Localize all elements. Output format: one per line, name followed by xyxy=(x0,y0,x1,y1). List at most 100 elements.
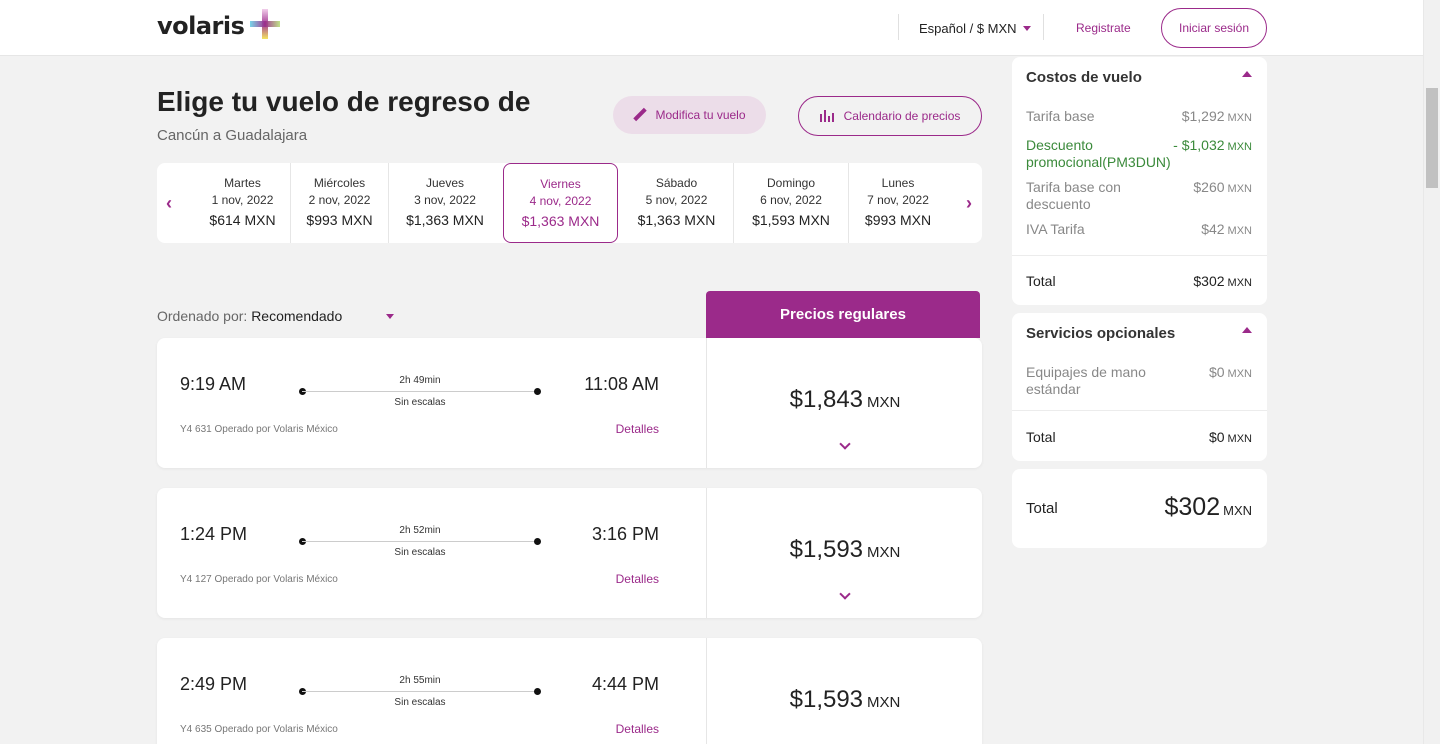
date-option[interactable]: Sábado 5 nov, 2022 $1,363 MXN xyxy=(620,163,734,243)
date-option[interactable]: Martes 1 nov, 2022 $614 MXN xyxy=(195,163,291,243)
fare-currency: MXN xyxy=(867,394,901,411)
date-option-selected[interactable]: Viernes 4 nov, 2022 $1,363 MXN xyxy=(503,163,618,243)
total-label: Total xyxy=(1026,429,1056,445)
cost-currency: MXN xyxy=(1227,112,1252,124)
service-label: Equipajes de mano estándar xyxy=(1026,364,1146,397)
price-calendar-label: Calendario de precios xyxy=(843,109,961,123)
sort-label: Ordenado por: xyxy=(157,308,248,324)
destination-dot xyxy=(534,688,541,695)
date-day: Domingo xyxy=(766,176,816,190)
date-option[interactable]: Jueves 3 nov, 2022 $1,363 MXN xyxy=(389,163,501,243)
fare-amount: $1,843 xyxy=(789,386,864,413)
cost-value: $1,292 MXN xyxy=(1182,108,1252,124)
grand-total-amount: $302 xyxy=(1164,493,1221,521)
date-selector: ‹ Martes 1 nov, 2022 $614 MXN Miércoles … xyxy=(157,163,982,243)
date-price: $1,363 MXN xyxy=(637,212,716,228)
total-amount: $0 xyxy=(1208,429,1225,445)
date-date: 3 nov, 2022 xyxy=(414,193,476,207)
destination-dot xyxy=(534,538,541,545)
chevron-up-icon[interactable] xyxy=(1242,327,1252,333)
date-price: $993 MXN xyxy=(306,212,373,228)
date-option[interactable]: Domingo 6 nov, 2022 $1,593 MXN xyxy=(734,163,849,243)
fare-price-cell[interactable]: $1,593 MXN xyxy=(706,488,982,618)
departure-time: 1:24 PM xyxy=(180,524,248,544)
arrival-time: 3:16 PM xyxy=(591,524,659,544)
service-value: $0 MXN xyxy=(1209,364,1252,380)
cost-amount: $1,292 xyxy=(1181,108,1225,124)
language-currency-selector[interactable]: Español / $ MXN xyxy=(919,21,1031,36)
date-day: Miércoles xyxy=(313,176,366,190)
optional-total-row: Total $0 MXN xyxy=(1026,429,1252,445)
fare-currency: MXN xyxy=(867,694,901,711)
flight-stops: Sin escalas xyxy=(394,697,446,708)
fare-price: $1,593 MXN xyxy=(707,536,983,564)
route-line xyxy=(302,391,538,392)
login-button[interactable]: Iniciar sesión xyxy=(1161,8,1267,48)
date-price: $1,363 MXN xyxy=(521,213,600,229)
total-value: $302 MXN xyxy=(1193,273,1252,289)
total-currency: MXN xyxy=(1227,277,1252,289)
top-header: volaris Español / $ MXN Registrate Inici… xyxy=(0,0,1423,56)
chevron-down-icon[interactable] xyxy=(839,588,851,600)
flight-costs-header[interactable]: Costos de vuelo xyxy=(1012,57,1267,101)
volaris-logo[interactable]: volaris xyxy=(157,9,281,40)
date-date: 1 nov, 2022 xyxy=(211,193,274,207)
fare-price-cell[interactable]: $1,843 MXN xyxy=(706,338,982,468)
date-option[interactable]: Lunes 7 nov, 2022 $993 MXN xyxy=(849,163,947,243)
optional-services-title: Servicios opcionales xyxy=(1026,325,1176,342)
cost-label: IVA Tarifa xyxy=(1026,221,1085,237)
fare-amount: $1,593 xyxy=(789,536,864,563)
service-currency: MXN xyxy=(1227,368,1252,380)
service-amount: $0 xyxy=(1208,364,1225,380)
page-scrollbar[interactable] xyxy=(1423,0,1440,744)
chevron-up-icon[interactable] xyxy=(1242,71,1252,77)
chevron-down-icon[interactable] xyxy=(386,314,394,319)
flight-card: 2:49 PM 2h 55min Sin escalas 4:44 PM Y4 … xyxy=(157,638,982,744)
date-price: $993 MXN xyxy=(864,212,932,228)
cost-amount: $260 xyxy=(1193,179,1225,195)
costs-total-row: Total $302 MXN xyxy=(1026,273,1252,289)
departure-time: 2:49 PM xyxy=(180,674,248,694)
date-day: Martes xyxy=(224,176,261,190)
departure-time: 9:19 AM xyxy=(180,374,247,394)
regular-prices-tab[interactable]: Precios regulares xyxy=(706,291,980,338)
date-day: Lunes xyxy=(881,176,915,190)
fare-currency: MXN xyxy=(867,544,901,561)
header-divider xyxy=(1043,14,1044,40)
modify-flight-label: Modifica tu vuelo xyxy=(655,108,746,122)
cost-currency: MXN xyxy=(1227,141,1252,153)
sort-value: Recomendado xyxy=(251,308,343,324)
scrollbar-thumb[interactable] xyxy=(1426,88,1438,188)
chevron-right-icon[interactable]: › xyxy=(960,193,978,213)
chevron-left-icon[interactable]: ‹ xyxy=(160,193,178,213)
chevron-down-icon[interactable] xyxy=(839,438,851,450)
date-day: Sábado xyxy=(655,176,698,190)
modify-flight-button[interactable]: Modifica tu vuelo xyxy=(613,96,766,134)
cost-currency: MXN xyxy=(1227,225,1252,237)
flight-duration: 2h 52min xyxy=(399,525,441,536)
flight-operator: Y4 631 Operado por Volaris México xyxy=(180,424,338,435)
details-link[interactable]: Detalles xyxy=(616,572,659,586)
destination-dot xyxy=(534,388,541,395)
route-subtitle: Cancún a Guadalajara xyxy=(157,127,308,144)
sort-selector[interactable]: Ordenado por: Recomendado xyxy=(157,308,342,324)
arrival-time: 11:08 AM xyxy=(584,374,659,394)
total-currency: MXN xyxy=(1227,433,1252,445)
price-calendar-button[interactable]: Calendario de precios xyxy=(798,96,982,136)
details-link[interactable]: Detalles xyxy=(616,422,659,436)
flight-stops: Sin escalas xyxy=(394,397,446,408)
optional-services-header[interactable]: Servicios opcionales xyxy=(1012,313,1267,357)
grand-total-value: $302 MXN xyxy=(1164,493,1252,522)
optional-services-panel: Servicios opcionales Equipajes de mano e… xyxy=(1012,313,1267,461)
divider xyxy=(1012,410,1267,411)
grand-total-panel: Total $302 MXN xyxy=(1012,469,1267,548)
register-link[interactable]: Registrate xyxy=(1076,21,1131,35)
bar-chart-icon xyxy=(819,110,834,122)
flight-card: 1:24 PM 2h 52min Sin escalas 3:16 PM Y4 … xyxy=(157,488,982,618)
fare-price-cell[interactable]: $1,593 MXN xyxy=(706,638,982,744)
total-value: $0 MXN xyxy=(1209,429,1252,445)
date-option[interactable]: Miércoles 2 nov, 2022 $993 MXN xyxy=(291,163,389,243)
details-link[interactable]: Detalles xyxy=(616,722,659,736)
route-line xyxy=(302,691,538,692)
cost-label: Tarifa base xyxy=(1026,108,1095,124)
